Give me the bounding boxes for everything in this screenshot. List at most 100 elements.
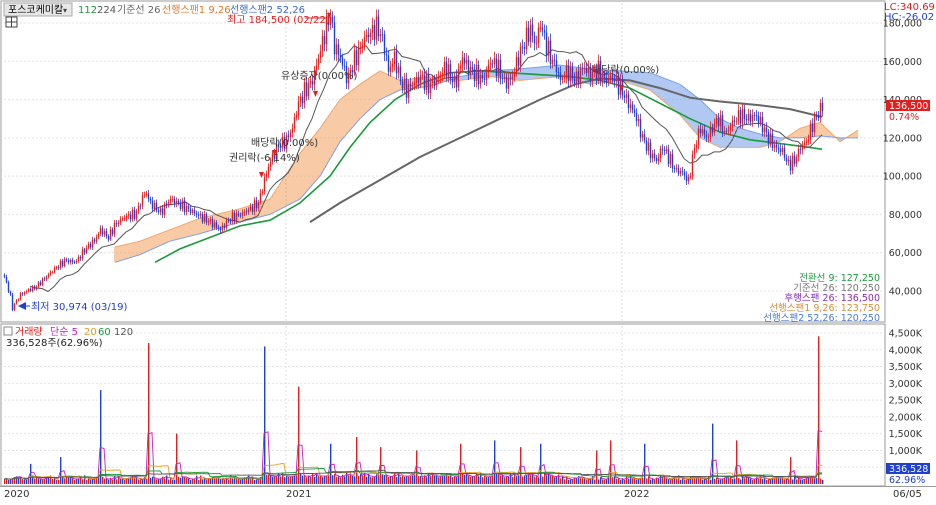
- volume-bar: [272, 476, 274, 484]
- candle-body: [257, 202, 260, 209]
- stock-chart: 40,00060,00080,000100,000120,000140,0001…: [0, 0, 936, 500]
- volume-tick-label: 4,000K: [889, 345, 923, 356]
- volume-bar: [264, 346, 266, 484]
- volume-bar: [500, 475, 502, 484]
- candle-body: [201, 214, 204, 222]
- candle-body: [539, 27, 542, 29]
- volume-bar: [510, 473, 512, 484]
- candle-body: [365, 34, 368, 38]
- candle-body: [491, 63, 494, 65]
- candle-body: [31, 286, 34, 292]
- volume-bar: [290, 476, 292, 484]
- candle-body: [673, 168, 676, 170]
- candle-body: [25, 291, 28, 293]
- volume-bar: [430, 476, 432, 484]
- volume-bar: [762, 479, 764, 484]
- volume-tick-label: 1,000K: [889, 446, 923, 457]
- candle-body: [511, 76, 514, 80]
- volume-bar: [800, 479, 802, 484]
- candle-body: [175, 200, 178, 204]
- candle-body: [575, 71, 578, 84]
- volume-bar: [526, 474, 528, 484]
- candle-body: [731, 120, 734, 127]
- volume-bar: [456, 477, 458, 484]
- volume-bar: [788, 479, 790, 484]
- volume-bar: [602, 479, 604, 484]
- candle-body: [531, 24, 534, 36]
- candle-body: [265, 173, 268, 178]
- candle-body: [529, 24, 532, 42]
- volume-bar: [508, 476, 510, 484]
- candle-body: [785, 157, 788, 162]
- stock-selector[interactable]: 포스코케미칼 ▾: [3, 2, 73, 17]
- candle-body: [553, 59, 556, 61]
- candle-body: [455, 75, 458, 88]
- volume-bar: [570, 479, 572, 484]
- ma-long-label: 224: [97, 5, 116, 16]
- volume-bar: [542, 476, 544, 484]
- volume-bar: [534, 476, 536, 484]
- candle-body: [719, 115, 722, 127]
- indicator-legend: 전환선 9: 127,250기준선 26: 120,250후행스팬 26: 13…: [763, 272, 880, 324]
- candle-body: [489, 63, 492, 65]
- volume-bar: [390, 476, 392, 484]
- volume-bar: [686, 479, 688, 484]
- candle-body: [805, 141, 808, 143]
- volume-bar: [386, 475, 388, 484]
- candle-body: [495, 58, 498, 77]
- volume-bar: [314, 476, 316, 484]
- volume-bar: [434, 475, 436, 484]
- volume-bar: [172, 479, 174, 484]
- volume-bar: [362, 475, 364, 484]
- table-view-icon[interactable]: [5, 16, 18, 28]
- candle-body: [723, 130, 726, 133]
- candle-body: [761, 116, 764, 133]
- candle-body: [141, 195, 144, 207]
- candle-body: [55, 267, 58, 268]
- volume-bar: [494, 440, 496, 484]
- candle-body: [439, 75, 442, 78]
- candle-body: [245, 211, 248, 213]
- candle-body: [749, 113, 752, 122]
- volume-bar: [332, 475, 334, 484]
- candle-body: [445, 62, 448, 78]
- volume-tag-pct: 62.96%: [889, 475, 925, 486]
- candle-body: [721, 115, 724, 133]
- candle-body: [653, 153, 656, 159]
- volume-bar: [276, 476, 278, 484]
- volume-bar: [156, 479, 158, 484]
- volume-bar: [216, 477, 218, 484]
- volume-bar: [700, 477, 702, 484]
- volume-bar: [52, 478, 54, 484]
- volume-bar: [668, 479, 670, 484]
- leading-span-2-line: [114, 64, 858, 263]
- candle-body: [747, 113, 750, 121]
- candle-body: [705, 134, 708, 138]
- volume-bar: [752, 479, 754, 484]
- volume-bar: [190, 479, 192, 484]
- price-tag-value: 136,500: [889, 101, 928, 112]
- volume-toggle-icon[interactable]: [3, 326, 13, 336]
- candle-body: [183, 200, 186, 212]
- volume-bar: [292, 476, 294, 484]
- candle-body: [527, 27, 530, 42]
- candle-body: [657, 157, 660, 162]
- candle-body: [473, 69, 476, 82]
- axis-ticks: 40,00060,00080,000100,000120,000140,0001…: [883, 19, 923, 474]
- volume-bar: [322, 477, 324, 484]
- volume-bar: [818, 336, 820, 484]
- volume-bar: [594, 479, 596, 484]
- candle-body: [577, 71, 580, 83]
- candle-body: [169, 198, 172, 203]
- candle-body: [239, 215, 242, 217]
- candle-body: [701, 129, 704, 134]
- dividend-arrow-icon-2: [619, 85, 624, 91]
- candle-body: [181, 200, 184, 209]
- candle-body: [779, 149, 782, 153]
- candle-body: [429, 82, 432, 94]
- volume-bar: [428, 472, 430, 484]
- candle-body: [221, 225, 224, 231]
- candle-body: [567, 65, 570, 82]
- volume-bar: [188, 478, 190, 484]
- candle-body: [471, 67, 474, 70]
